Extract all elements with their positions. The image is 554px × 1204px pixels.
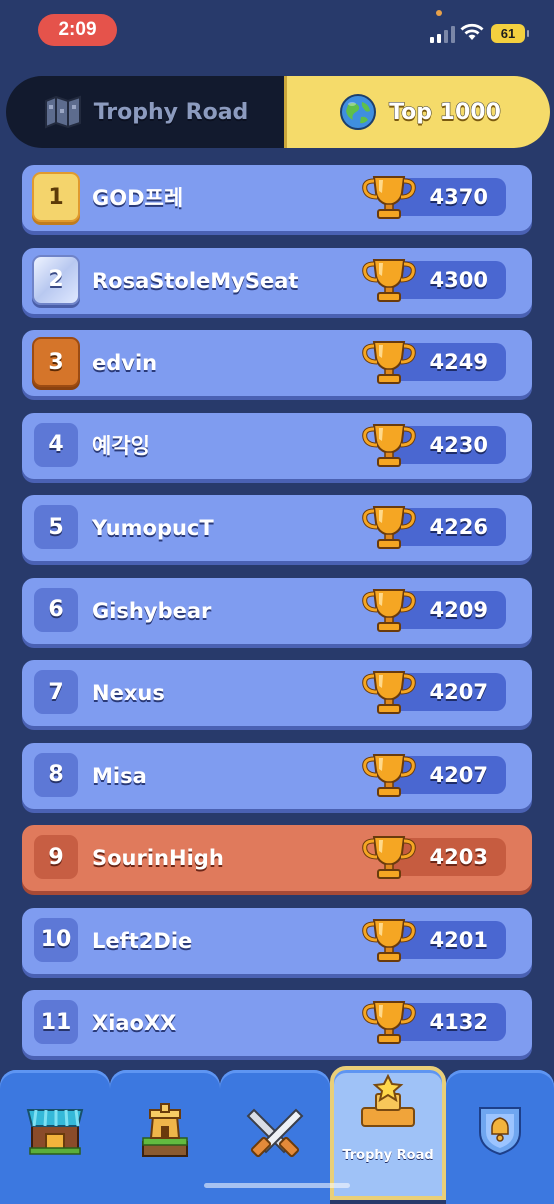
tab-trophy-road[interactable]: Trophy Road <box>6 76 286 148</box>
trophy-icon <box>360 586 418 634</box>
rank-badge: 3 <box>32 337 80 387</box>
crossed-swords-icon <box>246 1108 304 1158</box>
leaderboard-row[interactable]: 4 예각잉 4230 <box>22 412 532 479</box>
leaderboard-row[interactable]: 11 XiaoXX 4132 <box>22 990 532 1056</box>
globe-icon <box>340 94 377 130</box>
player-name: Gishybear <box>92 598 212 623</box>
clan-shield-icon <box>479 1107 521 1156</box>
leaderboard-row[interactable]: 9 SourinHigh 4203 <box>22 825 532 891</box>
trophy-icon <box>360 751 418 799</box>
rank-badge: 5 <box>34 505 78 549</box>
leaderboard-row[interactable]: 1 GOD프레 4370 <box>22 165 532 231</box>
trophy-icon <box>360 421 418 469</box>
battery-indicator: 61 <box>491 24 529 43</box>
leaderboard-row[interactable]: 3 edvin 4249 <box>22 330 532 396</box>
player-name: edvin <box>92 351 158 375</box>
rank-badge: 2 <box>32 254 80 305</box>
shop-icon <box>26 1109 84 1155</box>
nav-clan[interactable] <box>446 1070 554 1204</box>
trophy-icon <box>360 998 418 1046</box>
leaderboard-row[interactable]: 2 RosaStoleMySeat 4300 <box>22 247 532 314</box>
battle-tower-icon <box>142 1103 188 1157</box>
leaderboard-row[interactable]: 6 Gishybear 4209 <box>22 577 532 644</box>
trophy-icon <box>360 503 418 551</box>
trophy-icon <box>360 256 418 304</box>
player-name: Nexus <box>92 681 165 705</box>
home-indicator[interactable] <box>204 1183 350 1188</box>
rank-badge: 1 <box>32 172 80 222</box>
player-name: YumopucT <box>92 516 214 540</box>
rank-badge: 8 <box>34 752 78 797</box>
player-name: XiaoXX <box>92 1011 177 1035</box>
nav-trophy-road[interactable]: Trophy Road <box>330 1066 446 1200</box>
rank-badge: 7 <box>34 670 78 714</box>
player-name: Misa <box>92 763 147 788</box>
trophy-icon <box>360 668 418 716</box>
status-bar: 2:09 61 <box>0 0 554 62</box>
leaderboard-tab-toggle: Trophy Road Top 1000 <box>6 76 550 148</box>
cellular-signal-icon <box>430 26 455 43</box>
nav-shop[interactable] <box>0 1070 110 1204</box>
trophy-icon <box>360 833 418 881</box>
player-name: GOD프레 <box>92 186 184 210</box>
rank-badge: 11 <box>34 1000 78 1044</box>
trophy-icon <box>360 173 418 221</box>
leaderboard-row[interactable]: 8 Misa 4207 <box>22 742 532 809</box>
player-name: SourinHigh <box>92 846 224 870</box>
tab-top-1000-label: Top 1000 <box>389 99 502 125</box>
rank-badge: 4 <box>34 422 78 467</box>
player-name: Left2Die <box>92 928 193 953</box>
nav-trophy-road-label: Trophy Road <box>342 1148 434 1163</box>
leaderboard-row[interactable]: 10 Left2Die 4201 <box>22 907 532 974</box>
privacy-indicator-dot <box>436 10 442 16</box>
player-name: RosaStoleMySeat <box>92 268 299 293</box>
status-time: 2:09 <box>38 14 117 46</box>
trophy-icon <box>360 916 418 964</box>
wifi-icon <box>460 23 484 40</box>
trophy-road-map-icon <box>44 95 81 129</box>
bottom-navigation: Trophy Road <box>0 1066 554 1204</box>
leaderboard-row[interactable]: 7 Nexus 4207 <box>22 660 532 726</box>
rank-badge: 9 <box>34 835 78 879</box>
player-name: 예각잉 <box>92 433 150 458</box>
rank-badge: 6 <box>34 587 78 632</box>
tab-top-1000[interactable]: Top 1000 <box>284 76 550 148</box>
leaderboard-row[interactable]: 5 YumopucT 4226 <box>22 495 532 561</box>
tab-trophy-road-label: Trophy Road <box>93 99 249 125</box>
trophy-podium-icon <box>361 1074 415 1127</box>
trophy-icon <box>360 338 418 386</box>
rank-badge: 10 <box>34 917 78 962</box>
